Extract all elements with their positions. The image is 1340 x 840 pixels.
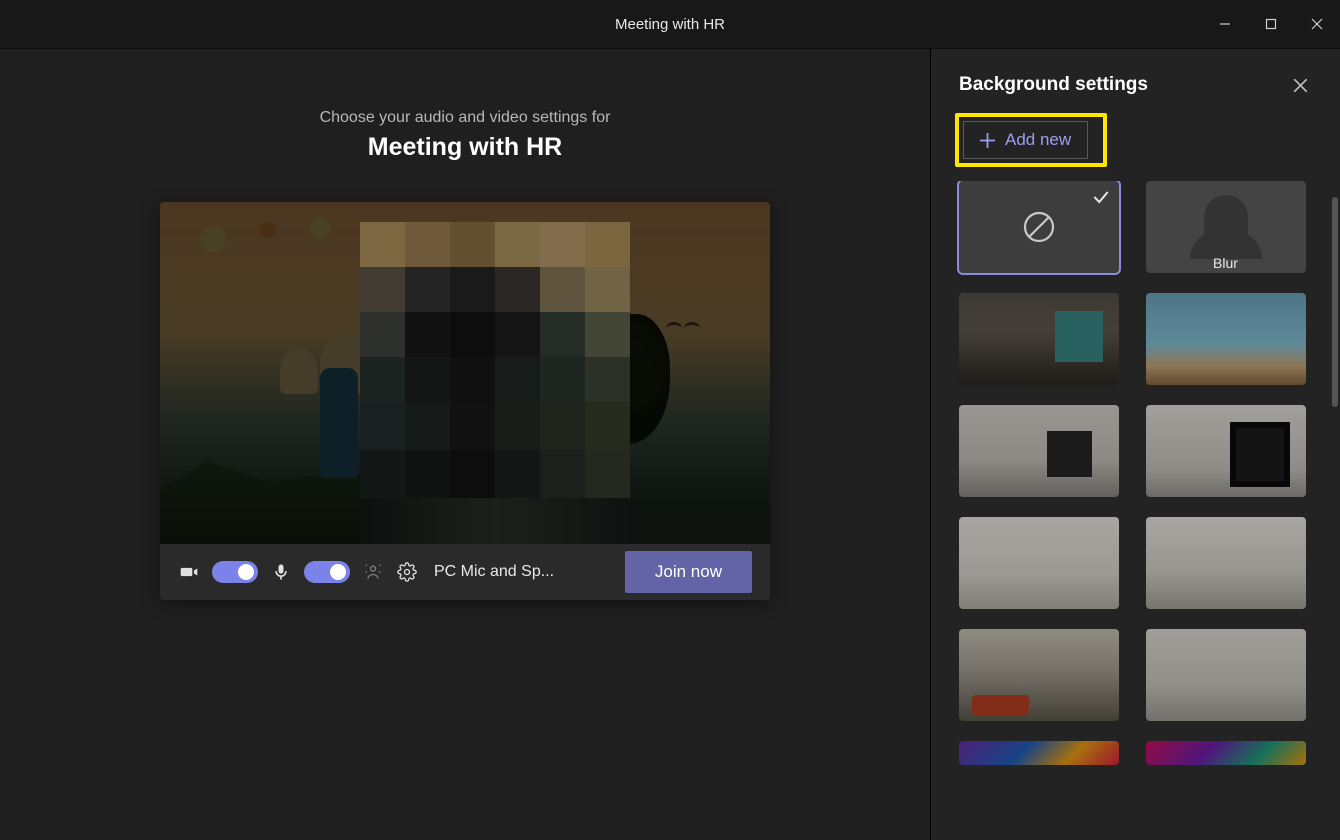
app-body: Choose your audio and video settings for… — [0, 49, 1340, 840]
add-new-label: Add new — [1005, 130, 1071, 150]
titlebar: Meeting with HR — [0, 0, 1340, 48]
background-option-none[interactable] — [959, 181, 1119, 273]
background-option-image-2[interactable] — [1146, 293, 1306, 385]
background-option-image-1[interactable] — [959, 293, 1119, 385]
close-icon — [1311, 18, 1323, 30]
add-new-highlight: Add new — [955, 113, 1107, 167]
prejoin-subtitle: Choose your audio and video settings for — [320, 109, 611, 127]
window-controls — [1202, 0, 1340, 48]
close-window-button[interactable] — [1294, 0, 1340, 48]
background-option-image-10[interactable] — [1146, 741, 1306, 765]
check-icon — [1091, 187, 1111, 212]
microphone-toggle[interactable] — [304, 561, 350, 583]
minimize-icon — [1219, 18, 1231, 30]
background-settings-panel: Background settings Add new — [930, 49, 1340, 840]
window-title: Meeting with HR — [615, 16, 725, 33]
background-option-image-6[interactable] — [1146, 517, 1306, 609]
background-option-image-8[interactable] — [1146, 629, 1306, 721]
background-option-image-5[interactable] — [959, 517, 1119, 609]
close-panel-button[interactable] — [1288, 73, 1312, 97]
prejoin-area: Choose your audio and video settings for… — [0, 49, 930, 840]
plus-icon — [980, 133, 995, 148]
camera-icon — [178, 561, 200, 583]
app-window: Meeting with HR Choose your audio and vi… — [0, 0, 1340, 840]
minimize-button[interactable] — [1202, 0, 1248, 48]
background-effects-button[interactable] — [362, 561, 384, 583]
backgrounds-grid: Blur — [931, 181, 1340, 840]
gear-icon — [397, 562, 417, 582]
maximize-button[interactable] — [1248, 0, 1294, 48]
background-option-image-4[interactable] — [1146, 405, 1306, 497]
meeting-title: Meeting with HR — [368, 133, 562, 162]
blur-caption: Blur — [1146, 255, 1306, 271]
none-icon — [1019, 207, 1059, 247]
device-settings-button[interactable] — [396, 561, 418, 583]
camera-preview — [160, 202, 770, 544]
close-icon — [1293, 78, 1308, 93]
scrollbar[interactable] — [1332, 197, 1338, 407]
background-option-image-3[interactable] — [959, 405, 1119, 497]
maximize-icon — [1265, 18, 1277, 30]
add-new-button[interactable]: Add new — [963, 121, 1088, 159]
preview-card: PC Mic and Sp... Join now — [160, 202, 770, 600]
background-option-image-9[interactable] — [959, 741, 1119, 765]
microphone-icon — [270, 561, 292, 583]
background-option-image-7[interactable] — [959, 629, 1119, 721]
panel-title: Background settings — [959, 74, 1148, 96]
preview-controls: PC Mic and Sp... Join now — [160, 544, 770, 600]
background-option-blur[interactable]: Blur — [1146, 181, 1306, 273]
camera-toggle[interactable] — [212, 561, 258, 583]
join-now-button[interactable]: Join now — [625, 551, 752, 593]
audio-device-label[interactable]: PC Mic and Sp... — [434, 563, 554, 581]
